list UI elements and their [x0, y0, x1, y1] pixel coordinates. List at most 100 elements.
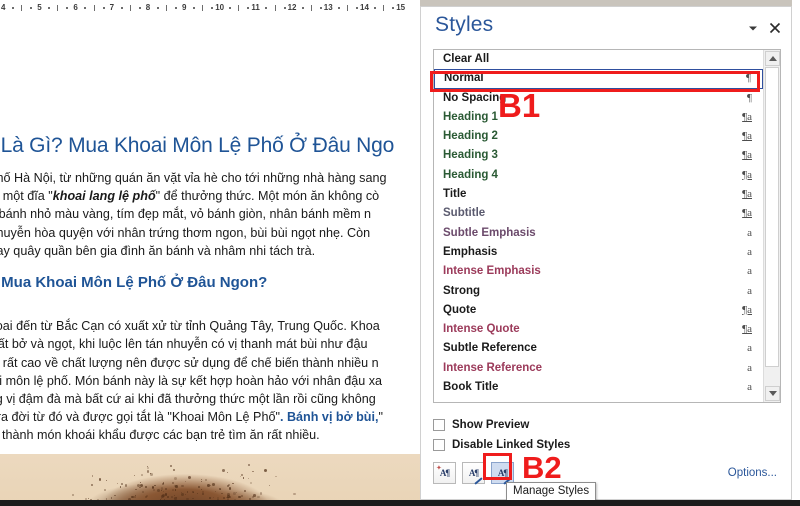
annotation-label-b2: B2 [522, 452, 562, 483]
checkbox-box[interactable] [433, 439, 445, 451]
style-list-item[interactable]: Title ¶a [434, 185, 763, 204]
style-list-item[interactable]: No Spacing ¶ [434, 89, 763, 108]
style-inspector-button[interactable]: A¶ [462, 462, 485, 484]
style-item-label: Emphasis [443, 243, 497, 262]
ruler-tick: 11 [251, 3, 259, 12]
photo-texture [240, 476, 241, 477]
styles-pane: Styles Clear All Normal ¶ No Spacing ¶ Headin… [420, 6, 792, 500]
checkbox-box[interactable] [433, 419, 445, 431]
style-list-item[interactable]: Intense Quote ¶a [434, 320, 763, 339]
style-list-item[interactable]: Quote ¶a [434, 301, 763, 320]
scroll-up-arrow-icon[interactable] [765, 51, 780, 66]
document-page[interactable]: hố Là Gì? Mua Khoai Môn Lệ Phố Ở Đâu Ngo… [0, 19, 420, 506]
styles-list-scroll[interactable]: Clear All Normal ¶ No Spacing ¶ Heading 1 ¶a He… [434, 50, 763, 402]
photo-texture [238, 496, 240, 498]
style-list-item[interactable]: Heading 4 ¶a [434, 166, 763, 185]
style-type-marker-icon: a [747, 262, 757, 281]
ruler-mark [30, 7, 32, 9]
chevron-down-icon[interactable] [745, 20, 761, 36]
photo-texture [260, 492, 263, 495]
photo-texture [161, 487, 164, 490]
document-paragraph-line: g khoai đến từ Bắc Cạn có xuất xử từ tỉn… [0, 317, 420, 335]
document-heading-1: hố Là Gì? Mua Khoai Môn Lệ Phố Ở Đâu Ngo [0, 134, 420, 158]
style-list-item[interactable]: Emphasis a [434, 243, 763, 262]
close-icon[interactable] [767, 20, 783, 36]
ruler-mark [238, 5, 239, 11]
photo-texture [257, 496, 260, 499]
ruler-mark [130, 5, 131, 11]
photo-texture [205, 479, 207, 481]
scroll-down-arrow-icon[interactable] [765, 386, 780, 401]
photo-texture [125, 484, 128, 487]
style-list-item[interactable]: Book Title a [434, 378, 763, 397]
photo-texture [172, 482, 174, 484]
style-list-item[interactable]: Heading 1 ¶a [434, 108, 763, 127]
photo-texture [162, 483, 164, 485]
document-paragraph-line: h giá rất cao về chất lượng nên được sử … [0, 354, 420, 372]
style-type-marker-icon: ¶a [742, 204, 757, 223]
scrollbar-thumb[interactable] [765, 67, 779, 367]
photo-texture [223, 497, 226, 500]
photo-texture [120, 486, 121, 487]
style-list-item[interactable]: Subtitle ¶a [434, 204, 763, 223]
photo-texture [134, 475, 135, 476]
ruler-tick: 9 [182, 3, 186, 12]
style-list-item[interactable]: Heading 2 ¶a [434, 127, 763, 146]
ruler-mark [247, 7, 249, 9]
style-list-item[interactable]: Clear All [434, 50, 763, 69]
photo-texture [153, 489, 155, 491]
photo-texture [269, 485, 270, 486]
photo-texture [147, 466, 148, 467]
photo-texture [167, 496, 169, 498]
ruler-mark [94, 5, 95, 11]
photo-texture [99, 478, 102, 481]
style-list-item[interactable]: Strong a [434, 282, 763, 301]
style-list-item[interactable]: Heading 3 ¶a [434, 146, 763, 165]
ruler-mark [103, 7, 105, 9]
styles-list-scrollbar[interactable] [763, 50, 780, 402]
ruler-mark [84, 7, 86, 9]
style-list-item[interactable]: Normal ¶ [434, 69, 763, 88]
photo-texture [147, 467, 149, 469]
ruler-tick: 5 [37, 3, 41, 12]
photo-texture [154, 485, 155, 486]
style-item-label: Quote [443, 301, 476, 320]
photo-texture [293, 493, 296, 496]
style-type-marker-icon: ¶a [742, 320, 757, 339]
photo-texture [215, 491, 216, 492]
photo-texture [142, 491, 144, 493]
style-list-item[interactable]: Intense Reference a [434, 359, 763, 378]
ruler-mark [21, 5, 22, 11]
ruler-mark [121, 7, 123, 9]
style-type-marker-icon: ¶a [742, 127, 757, 146]
photo-texture [165, 488, 167, 490]
photo-texture [252, 471, 253, 472]
style-type-marker-icon: a [747, 339, 757, 358]
style-list-item[interactable]: Intense Emphasis a [434, 262, 763, 281]
ruler-mark [12, 7, 14, 9]
style-list-item[interactable]: Subtle Reference a [434, 339, 763, 358]
photo-texture [250, 482, 252, 484]
ruler-track: 4 5 6 7 8 9 10 11 12 13 14 15 [0, 0, 420, 18]
photo-texture [146, 495, 148, 497]
ruler-tick: 10 [215, 3, 224, 12]
style-list-item[interactable]: Subtle Emphasis a [434, 224, 763, 243]
show-preview-checkbox[interactable]: Show Preview [433, 419, 529, 431]
photo-texture [140, 484, 143, 487]
new-style-button[interactable]: ✦ A¶ [433, 462, 456, 484]
photo-texture [232, 483, 234, 485]
ruler-tick: 4 [1, 3, 5, 12]
style-item-label: No Spacing [443, 89, 506, 108]
style-item-label: Heading 1 [443, 108, 498, 127]
photo-texture [198, 486, 200, 488]
photo-texture [140, 482, 141, 483]
manage-styles-button[interactable]: A¶ [491, 462, 514, 484]
photo-texture [233, 492, 236, 495]
options-link[interactable]: Options... [728, 467, 777, 479]
horizontal-ruler[interactable]: 4 5 6 7 8 9 10 11 12 13 14 15 [0, 0, 420, 20]
document-paragraph-line: viên bánh nhỏ màu vàng, tím đẹp mắt, vỏ … [0, 205, 420, 223]
ruler-mark [175, 7, 177, 9]
ruler-mark [48, 7, 50, 9]
styles-list[interactable]: Clear All Normal ¶ No Spacing ¶ Heading 1 ¶a He… [433, 49, 781, 403]
photo-texture [150, 473, 153, 476]
